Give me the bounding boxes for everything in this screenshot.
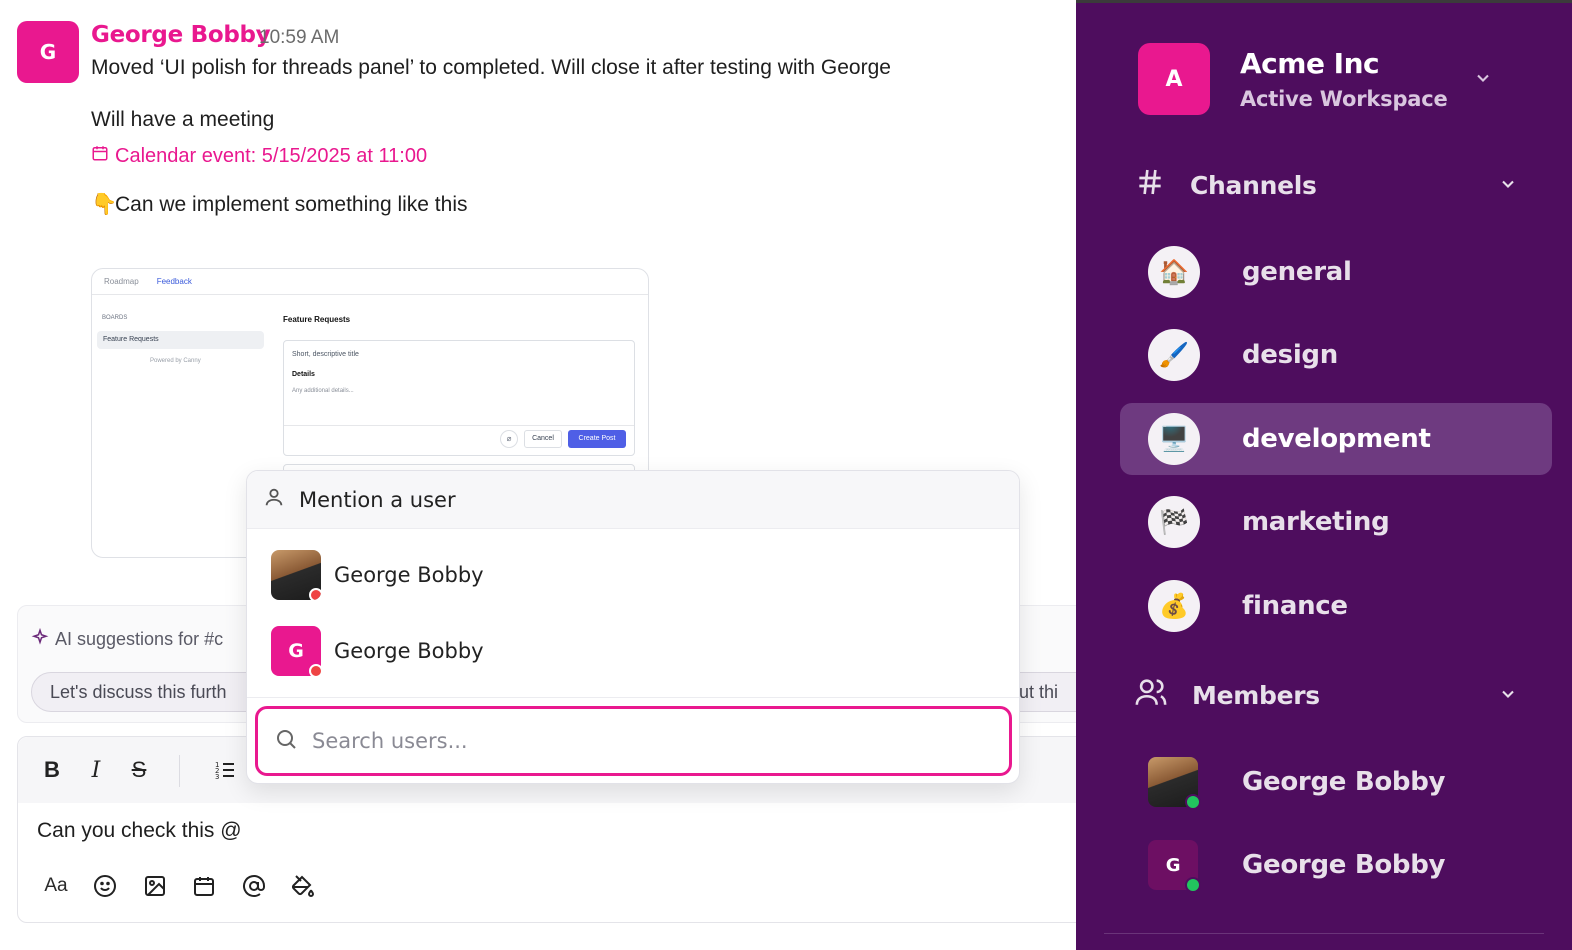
member-avatar: G: [1148, 840, 1201, 893]
workspace-chevron-down-icon[interactable]: [1472, 67, 1494, 89]
channel-item-development[interactable]: 🖥️ development: [1120, 403, 1552, 475]
message-text-line2: Will have a meeting: [91, 108, 275, 131]
attachment-board-item: Feature Requests: [97, 331, 264, 349]
text-format-icon[interactable]: Aa: [41, 871, 71, 901]
calendar-icon[interactable]: [189, 871, 219, 901]
member-item[interactable]: G George Bobby: [1148, 840, 1446, 893]
mention-user-name: George Bobby: [334, 639, 484, 663]
image-icon[interactable]: [140, 871, 170, 901]
channel-name: design: [1242, 340, 1338, 370]
mention-user-name: George Bobby: [334, 563, 484, 587]
paintbrush-icon: 🖌️: [1148, 329, 1200, 381]
house-icon: 🏠: [1148, 246, 1200, 298]
mention-user-option[interactable]: G George Bobby: [247, 620, 1019, 682]
mention-popup-header: Mention a user: [247, 471, 1019, 529]
attachment-tab-feedback: Feedback: [156, 277, 192, 286]
channels-chevron-down-icon[interactable]: [1497, 173, 1519, 195]
mention-divider: [247, 697, 1019, 698]
mention-user-option[interactable]: George Bobby: [247, 544, 1019, 606]
sidebar-top-border: [1076, 0, 1572, 3]
attachment-clip-icon: ⌀: [500, 430, 518, 448]
channel-name: marketing: [1242, 507, 1390, 537]
attachment-form-divider: [284, 425, 634, 426]
status-busy-indicator: [309, 588, 321, 600]
bold-button[interactable]: B: [38, 756, 66, 784]
pointing-down-emoji: 👇: [91, 193, 118, 216]
message-text-line3: 👇Can we implement something like this: [91, 193, 468, 217]
author-avatar[interactable]: G: [17, 21, 79, 83]
members-label: Members: [1192, 680, 1320, 710]
user-search-box[interactable]: [255, 706, 1012, 776]
hash-icon: [1134, 166, 1166, 204]
user-icon: [263, 486, 285, 513]
mention-popup-title: Mention a user: [299, 487, 456, 512]
members-chevron-down-icon[interactable]: [1497, 683, 1519, 705]
channel-item-marketing[interactable]: 🏁 marketing: [1120, 486, 1552, 558]
attachment-details-placeholder: Any additional details...: [292, 388, 354, 394]
attachment-boards-label: BOARDS: [102, 315, 128, 321]
user-avatar: [271, 550, 321, 600]
user-search-input[interactable]: [312, 729, 992, 753]
mention-popup: Mention a user George Bobby G George Bob…: [246, 470, 1020, 784]
attachment-details-label: Details: [292, 371, 315, 378]
numbered-list-button[interactable]: 123: [211, 756, 239, 784]
computer-icon: 🖥️: [1148, 413, 1200, 465]
svg-text:3: 3: [215, 773, 219, 781]
emoji-icon[interactable]: [90, 871, 120, 901]
member-item[interactable]: George Bobby: [1148, 757, 1446, 810]
attachment-create-button: Create Post: [568, 430, 626, 448]
paint-bucket-icon[interactable]: [288, 871, 318, 901]
channels-label: Channels: [1190, 170, 1317, 200]
channel-item-design[interactable]: 🖌️ design: [1120, 319, 1552, 391]
sparkle-icon: [31, 627, 49, 651]
calendar-event-link[interactable]: Calendar event: 5/15/2025 at 11:00: [91, 144, 427, 168]
ai-suggestions-title: AI suggestions for #c: [31, 627, 224, 651]
status-online-indicator: [1185, 794, 1201, 810]
checkered-flag-icon: 🏁: [1148, 496, 1200, 548]
strikethrough-button[interactable]: S: [125, 756, 153, 784]
channel-name: finance: [1242, 591, 1348, 621]
members-section-header[interactable]: Members: [1134, 675, 1320, 715]
attachment-form: Short, descriptive title Details Any add…: [283, 340, 635, 456]
channel-item-finance[interactable]: 💰 finance: [1120, 570, 1552, 642]
message-timestamp: 10:59 AM: [259, 27, 340, 48]
sidebar-divider: [1104, 933, 1544, 934]
channel-name: development: [1242, 424, 1431, 454]
user-avatar: G: [271, 626, 323, 678]
member-avatar: [1148, 757, 1201, 810]
member-avatar-letter: G: [1165, 854, 1181, 876]
channel-item-general[interactable]: 🏠 general: [1120, 236, 1552, 308]
attachment-title: Feature Requests: [283, 315, 351, 324]
channels-section-header[interactable]: Channels: [1134, 166, 1317, 204]
attachment-title-placeholder: Short, descriptive title: [292, 351, 359, 358]
composer-input[interactable]: Can you check this @: [37, 819, 242, 843]
attachment-tab-roadmap: Roadmap: [104, 277, 139, 286]
status-online-indicator: [1185, 877, 1201, 893]
channel-name: general: [1242, 257, 1352, 287]
status-busy-indicator: [309, 664, 323, 678]
workspace-name[interactable]: Acme Inc: [1240, 47, 1380, 80]
member-name: George Bobby: [1242, 767, 1446, 797]
calendar-event-text: Calendar event: 5/15/2025 at 11:00: [115, 144, 428, 167]
user-avatar-letter: G: [288, 640, 304, 662]
search-icon: [274, 727, 298, 756]
sidebar: A Acme Inc Active Workspace Channels 🏠 g…: [1076, 0, 1572, 950]
attachment-cancel-button: Cancel: [524, 430, 562, 448]
workspace-subtitle: Active Workspace: [1240, 87, 1448, 111]
toolbar-divider: [179, 755, 180, 787]
italic-button[interactable]: I: [82, 756, 110, 784]
ai-suggestions-label: AI suggestions for #c: [55, 629, 224, 649]
message-author[interactable]: George Bobby: [91, 22, 271, 48]
money-bag-icon: 💰: [1148, 580, 1200, 632]
attachment-topbar: Roadmap Feedback: [92, 269, 648, 295]
workspace-avatar[interactable]: A: [1138, 43, 1210, 115]
mention-icon[interactable]: [239, 871, 269, 901]
member-name: George Bobby: [1242, 850, 1446, 880]
attachment-powered-by: Powered by Canny: [150, 358, 201, 364]
message-text-line1: Moved ‘UI polish for threads panel’ to c…: [91, 56, 891, 79]
message-text-line3-content: Can we implement something like this: [115, 193, 468, 216]
users-icon: [1134, 675, 1168, 715]
calendar-icon: [91, 144, 109, 168]
